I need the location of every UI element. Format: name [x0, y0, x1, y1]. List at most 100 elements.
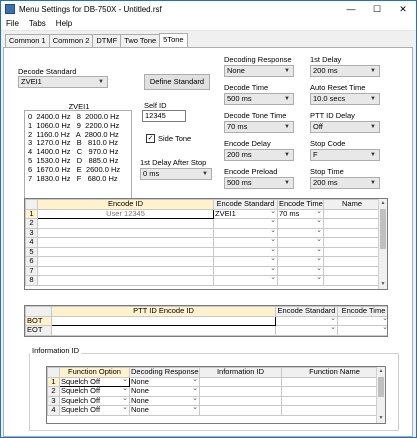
scroll-up-icon[interactable]: ▲ — [379, 199, 387, 208]
information-grid-scrollbar[interactable]: ▲ ▼ — [376, 367, 385, 423]
function-name-cell[interactable] — [281, 386, 385, 397]
menu-help[interactable]: Help — [51, 19, 77, 28]
name-cell[interactable] — [323, 237, 381, 248]
decoding-response-cell[interactable]: None — [129, 386, 200, 397]
name-cell[interactable] — [323, 227, 381, 238]
encode-time-cell[interactable] — [277, 256, 324, 267]
ptt-encode-standard-header: Encode Standard — [275, 306, 338, 317]
chevron-down-icon: ▼ — [202, 171, 208, 177]
encode-preload-select[interactable]: 500 ms ▼ — [224, 177, 294, 189]
encode-time-cell[interactable] — [277, 265, 324, 276]
tab-two-tone[interactable]: Two Tone — [120, 34, 161, 47]
encode-standard-cell[interactable] — [213, 218, 278, 229]
encode-time-cell[interactable] — [277, 237, 324, 248]
encode-standard-cell[interactable] — [213, 246, 278, 257]
tab-5tone[interactable]: 5Tone — [159, 33, 188, 47]
encode-standard-cell[interactable] — [213, 256, 278, 267]
tab-common-1[interactable]: Common 1 — [5, 34, 50, 47]
function-option-cell[interactable]: Squelch Off — [59, 376, 130, 387]
function-option-cell[interactable]: Squelch Off — [59, 386, 130, 397]
maximize-button[interactable]: ☐ — [364, 1, 390, 17]
ptt-encode-standard-cell[interactable] — [275, 325, 338, 336]
information-id-cell[interactable] — [199, 395, 282, 406]
function-option-cell[interactable]: Squelch Off — [59, 405, 130, 416]
function-name-header: Function Name — [281, 367, 385, 378]
scrollbar-thumb[interactable] — [380, 209, 386, 249]
encode-time-cell[interactable] — [277, 275, 324, 286]
encode-time-cell[interactable]: 70 ms — [277, 208, 324, 219]
name-cell[interactable] — [323, 208, 381, 219]
name-cell[interactable] — [323, 275, 381, 286]
first-delay-after-stop-select[interactable]: 0 ms ▼ — [140, 168, 212, 180]
scrollbar-thumb[interactable] — [378, 377, 384, 397]
encode-id-cell[interactable] — [37, 246, 214, 257]
encode-id-cell[interactable]: User 12345 — [37, 208, 214, 219]
encode-standard-cell[interactable]: ZVEI1 — [213, 208, 278, 219]
information-id-cell[interactable] — [199, 386, 282, 397]
minimize-button[interactable]: — — [338, 1, 364, 17]
ptt-encode-standard-cell[interactable] — [275, 315, 338, 326]
encode-delay-select[interactable]: 200 ms ▼ — [224, 149, 294, 161]
row-number: 1 — [47, 376, 60, 387]
ptt-encode-time-header: Encode Time — [337, 306, 387, 317]
stop-code-select[interactable]: F ▼ — [310, 149, 380, 161]
encode-grid-scrollbar[interactable]: ▲ ▼ — [378, 199, 387, 289]
encode-time-header: Encode Time — [277, 199, 324, 210]
chevron-down-icon: ▼ — [370, 68, 376, 74]
function-option-cell[interactable]: Squelch Off — [59, 395, 130, 406]
decode-standard-select[interactable]: ZVEI1 ▼ — [18, 76, 108, 88]
information-id-cell[interactable] — [199, 405, 282, 416]
ptt-encode-time-cell[interactable] — [337, 325, 387, 336]
ptt-encode-time-cell[interactable] — [337, 315, 387, 326]
encode-time-cell[interactable] — [277, 246, 324, 257]
app-icon — [5, 4, 15, 14]
function-name-cell[interactable] — [281, 405, 385, 416]
menu-file[interactable]: File — [1, 19, 24, 28]
decode-tone-time-select[interactable]: 70 ms ▼ — [224, 121, 294, 133]
auto-reset-time-select[interactable]: 10.0 secs ▼ — [310, 93, 380, 105]
decoding-response-cell[interactable]: None — [129, 376, 200, 387]
name-cell[interactable] — [323, 265, 381, 276]
encode-id-cell[interactable] — [37, 227, 214, 238]
name-cell[interactable] — [323, 256, 381, 267]
encode-standard-cell[interactable] — [213, 227, 278, 238]
first-delay-select[interactable]: 200 ms ▼ — [310, 65, 380, 77]
encode-standard-cell[interactable] — [213, 265, 278, 276]
define-standard-button[interactable]: Define Standard — [144, 74, 210, 90]
encode-id-cell[interactable] — [37, 275, 214, 286]
menu-tabs[interactable]: Tabs — [24, 19, 51, 28]
name-cell[interactable] — [323, 218, 381, 229]
encode-time-cell[interactable] — [277, 218, 324, 229]
encode-id-cell[interactable] — [37, 237, 214, 248]
name-cell[interactable] — [323, 246, 381, 257]
encode-standard-cell[interactable] — [213, 237, 278, 248]
encode-standard-cell[interactable] — [213, 275, 278, 286]
ptt-id-delay-select[interactable]: Off ▼ — [310, 121, 380, 133]
decoding-response-cell[interactable]: None — [129, 395, 200, 406]
ptt-id-cell[interactable] — [51, 315, 276, 326]
self-id-input[interactable]: 12345 — [142, 110, 186, 122]
stop-time-select[interactable]: 200 ms ▼ — [310, 177, 380, 189]
decode-time-select[interactable]: 500 ms ▼ — [224, 93, 294, 105]
information-id-cell[interactable] — [199, 376, 282, 387]
ptt-id-cell[interactable] — [51, 325, 276, 336]
close-button[interactable]: ✕ — [390, 1, 416, 17]
tab-panel-5tone: Decode Standard ZVEI1 ▼ Define Standard Z… — [3, 47, 413, 437]
encode-id-cell[interactable] — [37, 218, 214, 229]
encode-id-cell[interactable] — [37, 265, 214, 276]
tab-dtmf[interactable]: DTMF — [92, 34, 122, 47]
function-name-cell[interactable] — [281, 395, 385, 406]
scroll-up-icon[interactable]: ▲ — [377, 367, 385, 376]
scroll-down-icon[interactable]: ▼ — [379, 280, 387, 289]
scroll-down-icon[interactable]: ▼ — [377, 414, 385, 423]
tab-common-2[interactable]: Common 2 — [48, 34, 94, 47]
encode-id-grid: Encode ID Encode Standard Encode Time Na… — [24, 198, 388, 290]
function-name-cell[interactable] — [281, 376, 385, 387]
table-row: 8 — [25, 275, 381, 286]
decoding-response-select[interactable]: None ▼ — [224, 65, 294, 77]
decoding-response-cell[interactable]: None — [129, 405, 200, 416]
encode-id-cell[interactable] — [37, 256, 214, 267]
encode-time-cell[interactable] — [277, 227, 324, 238]
zvei-frequency-table: ZVEI1 0 2400.0 Hz 8 2000.0 Hz 1 1060.0 H… — [24, 102, 132, 200]
side-tone-checkbox[interactable]: ✓ — [146, 134, 155, 143]
